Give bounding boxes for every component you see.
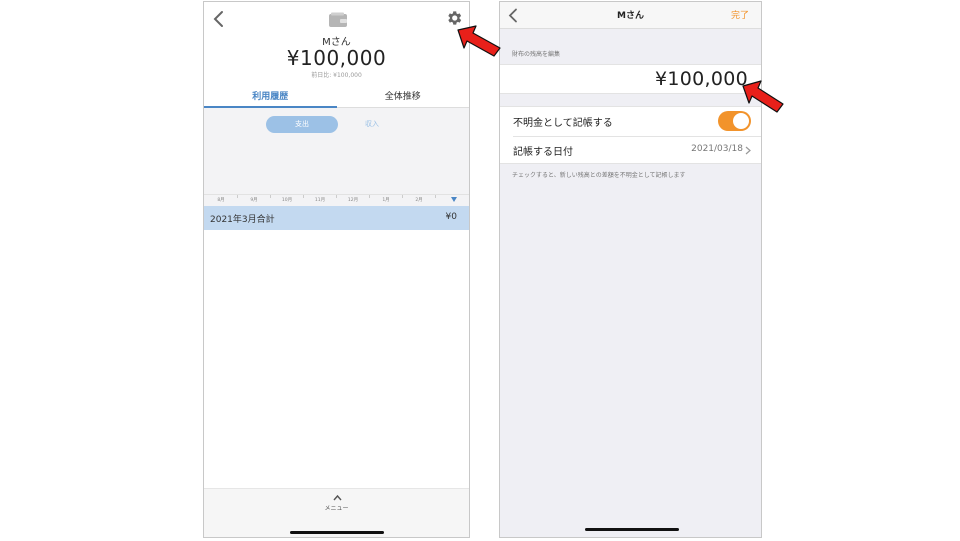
back-chevron-icon[interactable] xyxy=(212,10,226,28)
chevron-up-icon xyxy=(333,494,342,501)
unknown-funds-toggle[interactable] xyxy=(718,111,751,131)
segment-income[interactable]: 収入 xyxy=(352,116,392,133)
tab-bar: 利用履歴 全体推移 xyxy=(204,86,469,108)
account-balance: ¥100,000 xyxy=(286,46,387,70)
annotation-arrow-icon xyxy=(742,80,784,113)
month-label[interactable]: 2月 xyxy=(404,197,434,203)
balance-edit-field[interactable]: ¥100,000 xyxy=(500,64,761,94)
month-label[interactable]: 10月 xyxy=(272,197,302,203)
home-indicator xyxy=(290,531,384,534)
chevron-right-icon[interactable] xyxy=(745,146,751,155)
month-tick xyxy=(435,195,436,198)
row-divider xyxy=(513,136,761,137)
home-indicator xyxy=(585,528,679,531)
month-tick xyxy=(270,195,271,198)
month-tick xyxy=(402,195,403,198)
month-tick xyxy=(237,195,238,198)
menu-label: メニュー xyxy=(324,505,349,512)
balance-input[interactable]: ¥100,000 xyxy=(655,68,748,90)
month-axis: 8月 9月 10月 11月 12月 1月 2月 xyxy=(204,194,469,206)
entry-date-value[interactable]: 2021/03/18 xyxy=(691,144,743,154)
month-label[interactable]: 9月 xyxy=(239,197,269,203)
nav-title: Mさん xyxy=(617,11,644,21)
month-label[interactable]: 1月 xyxy=(371,197,401,203)
chart-area: 支出 収入 8月 9月 10月 11月 12月 1月 2月 xyxy=(204,108,469,206)
month-label[interactable]: 11月 xyxy=(305,197,335,203)
navigation-bar: Mさん 完了 xyxy=(500,2,761,29)
account-header: Mさん ¥100,000 前日比: ¥100,000 利用履歴 全体推移 xyxy=(204,2,469,108)
segment-expense[interactable]: 支出 xyxy=(266,116,338,133)
done-button[interactable]: 完了 xyxy=(731,8,749,21)
annotation-arrow-icon xyxy=(457,25,501,57)
month-label[interactable]: 8月 xyxy=(206,197,236,203)
left-phone-screen: Mさん ¥100,000 前日比: ¥100,000 利用履歴 全体推移 支出 … xyxy=(203,1,470,538)
monthly-total-row[interactable]: 2021年3月合計 ¥0 xyxy=(204,206,469,230)
section-label: 財布の残高を編集 xyxy=(512,51,561,58)
month-tick xyxy=(336,195,337,198)
help-note: チェックすると、新しい残高との差額を不明金として記帳します xyxy=(512,172,686,179)
tab-overall-trend[interactable]: 全体推移 xyxy=(337,89,470,102)
toggle-knob xyxy=(733,113,749,129)
entry-date-label[interactable]: 記帳する日付 xyxy=(513,143,573,158)
month-label[interactable]: 12月 xyxy=(338,197,368,203)
monthly-total-value: ¥0 xyxy=(445,212,457,222)
monthly-total-label: 2021年3月合計 xyxy=(210,215,275,225)
balance-change: 前日比: ¥100,000 xyxy=(311,72,362,79)
menu-bar[interactable]: メニュー xyxy=(204,488,469,537)
tab-usage-history[interactable]: 利用履歴 xyxy=(204,89,337,102)
right-phone-screen: Mさん 完了 財布の残高を編集 ¥100,000 不明金として記帳する 記帳する… xyxy=(499,1,762,538)
month-tick xyxy=(303,195,304,198)
wallet-icon xyxy=(329,12,347,27)
current-month-marker-icon xyxy=(451,197,457,202)
month-tick xyxy=(369,195,370,198)
settings-group: 不明金として記帳する 記帳する日付 2021/03/18 xyxy=(500,106,761,164)
unknown-funds-label: 不明金として記帳する xyxy=(513,118,613,129)
